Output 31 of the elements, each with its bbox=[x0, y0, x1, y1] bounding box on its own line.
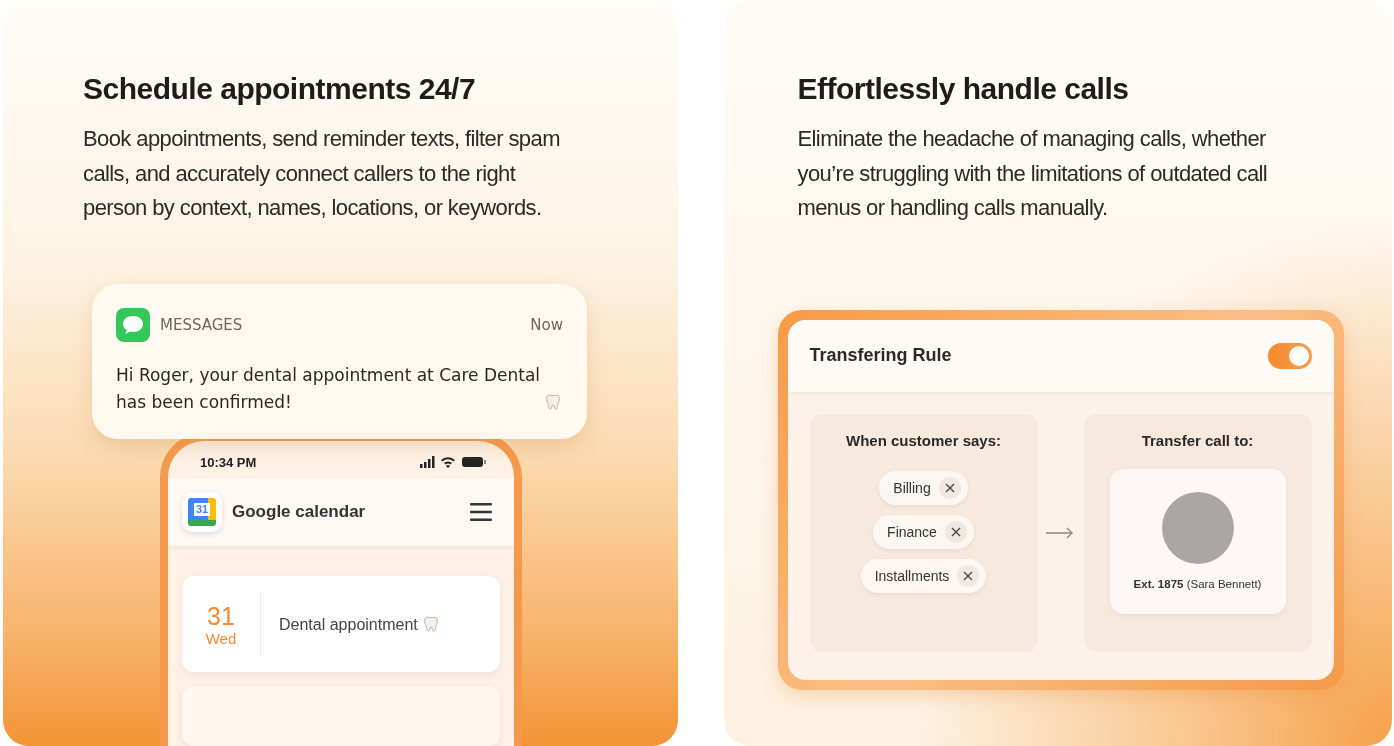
close-icon[interactable] bbox=[944, 520, 967, 543]
section-title: Effortlessly handle calls bbox=[797, 72, 1130, 106]
toggle-switch[interactable] bbox=[1267, 342, 1312, 369]
status-time: 10:34 PM bbox=[200, 454, 257, 470]
calendar-icon: 31 bbox=[182, 492, 222, 532]
notification-time: Now bbox=[530, 315, 563, 334]
event-weekday: Wed bbox=[205, 629, 237, 647]
notification-message: Hi Roger, your dental appointment at Care Dental has been confirmed! bbox=[116, 363, 542, 414]
section-description: Eliminate the headache of managing calls, whether you’re struggling with the limitations of outdated call menus or handling calls manually. bbox=[797, 125, 1269, 222]
close-icon[interactable] bbox=[938, 476, 961, 499]
menu-icon[interactable] bbox=[470, 503, 492, 521]
arrow-icon bbox=[1045, 526, 1074, 539]
target-heading: Transfer call to: bbox=[1141, 431, 1254, 449]
app-title: Google calendar bbox=[232, 502, 366, 522]
contact-extension: Ext. 1875 (Sara Bennett) bbox=[1133, 578, 1262, 590]
section-title: Schedule appointments 24/7 bbox=[83, 72, 477, 106]
keyword-label: Installments bbox=[874, 567, 950, 584]
keyword-label: Finance bbox=[887, 523, 937, 540]
app-name: MESSAGES bbox=[160, 315, 243, 334]
event-title: Dental appointment bbox=[279, 615, 418, 633]
section-description: Book appointments, send reminder texts, filter spam calls, and accurately connect callers to the right person by context, names, locations, or keywords. bbox=[83, 125, 561, 222]
event-card[interactable]: 31 Wed Dental appointment bbox=[182, 576, 500, 672]
status-icons-drawing bbox=[420, 456, 486, 469]
tooth-icon bbox=[544, 392, 562, 411]
tooth-icon bbox=[421, 614, 440, 633]
close-icon[interactable] bbox=[957, 564, 980, 587]
event-day: 31 bbox=[207, 601, 235, 630]
trigger-heading: When customer says: bbox=[845, 431, 1001, 449]
keyword-label: Billing bbox=[893, 479, 931, 496]
chat-bubble-icon bbox=[116, 307, 150, 342]
rule-title: Transfering Rule bbox=[809, 345, 952, 366]
